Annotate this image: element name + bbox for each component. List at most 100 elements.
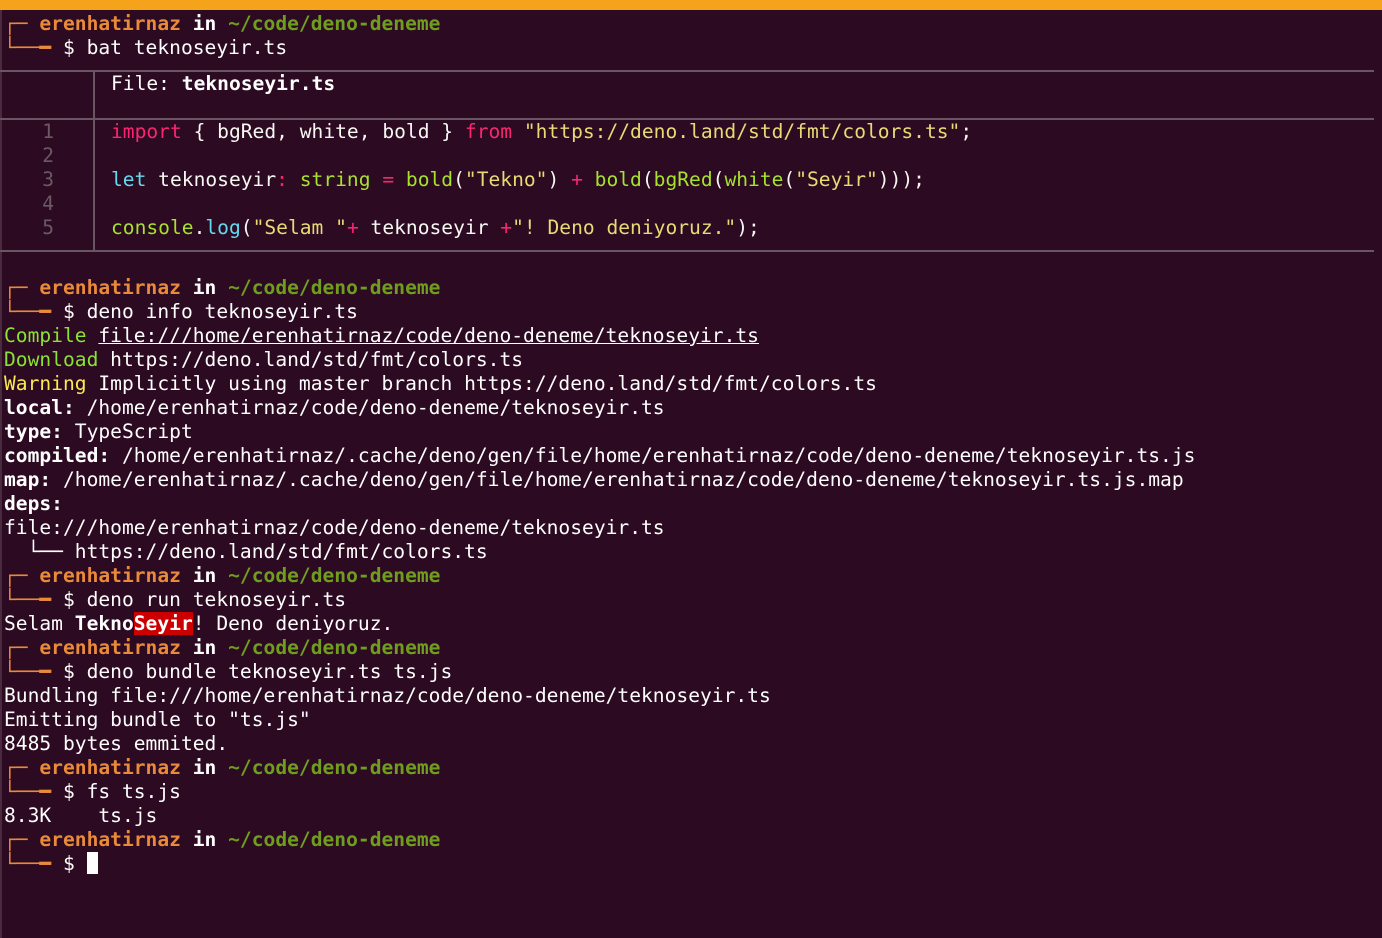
command-text: fs ts.js <box>86 780 181 803</box>
run-output-prefix: Selam <box>4 612 75 635</box>
string-seyir: "Seyir" <box>795 168 878 191</box>
prompt-corner-top: ┌─ <box>4 564 28 587</box>
operator-plus: + <box>571 168 583 191</box>
info-map: map: /home/erenhatirnaz/.cache/deno/gen/… <box>4 468 1378 492</box>
type-name: string <box>287 168 371 191</box>
warning-label: Warning <box>4 372 87 395</box>
prompt-dollar: $ <box>62 852 75 875</box>
prompt-in: in <box>192 564 217 587</box>
prompt-line: ┌─ erenhatirnaz in ~/code/deno-deneme <box>4 828 1378 852</box>
fn-white: white <box>724 168 784 191</box>
active-command-line[interactable]: └──━ $ <box>4 852 1378 876</box>
warning-value: Implicitly using master branch https://d… <box>86 372 877 395</box>
bat-code: import { bgRed, white, bold } from "http… <box>111 120 972 240</box>
command-line: └──━ $ bat teknoseyir.ts <box>4 36 1378 60</box>
type-colon: : <box>276 168 288 191</box>
keyword-from: from <box>464 120 513 143</box>
prompt-path: ~/code/deno-deneme <box>228 564 441 587</box>
line-number: 4 <box>42 192 54 215</box>
prompt-line: ┌─ erenhatirnaz in ~/code/deno-deneme <box>4 636 1378 660</box>
map-value: /home/erenhatirnaz/.cache/deno/gen/file/… <box>51 468 1184 491</box>
bat-gutter-rule <box>93 72 95 250</box>
info-download: Download https://deno.land/std/fmt/color… <box>4 348 1378 372</box>
prompt-dollar: $ <box>62 36 75 59</box>
command-text: deno bundle teknoseyir.ts ts.js <box>86 660 453 683</box>
info-deps: deps: <box>4 492 1378 516</box>
map-label: map: <box>4 468 52 491</box>
type-label: type: <box>4 420 63 443</box>
info-compiled: compiled: /home/erenhatirnaz/.cache/deno… <box>4 444 1378 468</box>
prompt-corner-bottom: └──━ <box>4 588 52 611</box>
prompt-line: ┌─ erenhatirnaz in ~/code/deno-deneme <box>4 276 1378 300</box>
code-line-1: import { bgRed, white, bold } from "http… <box>111 120 972 144</box>
import-url: "https://deno.land/std/fmt/colors.ts" <box>523 120 961 143</box>
operator-plus: + <box>346 216 359 239</box>
paren: ( <box>240 216 253 239</box>
paren: ( <box>641 168 654 191</box>
info-compile: Compile file:///home/erenhatirnaz/code/d… <box>4 324 1378 348</box>
window-top-accent-bar <box>0 0 1382 10</box>
fn-bold: bold <box>594 168 642 191</box>
prompt-dollar: $ <box>62 300 75 323</box>
command-line: └──━ $ deno run teknoseyir.ts <box>4 588 1378 612</box>
command-line: └──━ $ fs ts.js <box>4 780 1378 804</box>
download-label: Download <box>4 348 99 371</box>
line-number: 5 <box>42 216 54 239</box>
prompt-in: in <box>192 828 217 851</box>
fn-bgred: bgRed <box>653 168 713 191</box>
prompt-corner-top: ┌─ <box>4 12 28 35</box>
command-text: bat teknoseyir.ts <box>86 36 288 59</box>
keyword-let: let <box>111 168 147 191</box>
download-value: https://deno.land/std/fmt/colors.ts <box>98 348 524 371</box>
compiled-value: /home/erenhatirnaz/.cache/deno/gen/file/… <box>110 444 1196 467</box>
paren: ( <box>783 168 796 191</box>
prompt-user: erenhatirnaz <box>39 276 181 299</box>
code-line-end: ); <box>736 216 760 239</box>
code-semicolon: ; <box>960 120 973 143</box>
prompt-corner-bottom: └──━ <box>4 660 52 683</box>
prompt-dollar: $ <box>62 588 75 611</box>
prompt-path: ~/code/deno-deneme <box>228 756 441 779</box>
prompt-in: in <box>192 756 217 779</box>
prompt-path: ~/code/deno-deneme <box>228 276 441 299</box>
deps-label: deps: <box>4 492 63 515</box>
prompt-corner-bottom: └──━ <box>4 36 52 59</box>
code-dot: . <box>193 216 206 239</box>
prompt-line: ┌─ erenhatirnaz in ~/code/deno-deneme <box>4 12 1378 36</box>
prompt-dollar: $ <box>62 780 75 803</box>
local-label: local: <box>4 396 75 419</box>
string-tekno: "Tekno" <box>464 168 548 191</box>
prompt-corner-top: ┌─ <box>4 828 28 851</box>
paren: ( <box>453 168 465 191</box>
run-output-suffix: ! Deno deniyoruz. <box>192 612 394 635</box>
variable-name: teknoseyir <box>146 168 277 191</box>
prompt-user: erenhatirnaz <box>39 12 181 35</box>
operator-plus: + <box>500 216 513 239</box>
dep-root: file:///home/erenhatirnaz/code/deno-dene… <box>4 516 665 539</box>
local-value: /home/erenhatirnaz/code/deno-deneme/tekn… <box>74 396 665 419</box>
bat-line-numbers: 1 2 3 4 5 <box>4 120 54 240</box>
line-number: 1 <box>42 120 54 143</box>
code-line-end: ))); <box>877 168 925 191</box>
compile-value: file:///home/erenhatirnaz/code/deno-dene… <box>98 324 759 347</box>
paren: ( <box>712 168 725 191</box>
code-line-3: let teknoseyir: string = bold("Tekno") +… <box>111 168 972 192</box>
line-number: 2 <box>42 144 54 167</box>
terminal-output[interactable]: ┌─ erenhatirnaz in ~/code/deno-deneme └─… <box>0 12 1378 312</box>
operator-eq: = <box>370 168 406 191</box>
fn-bold: bold <box>405 168 454 191</box>
prompt-user: erenhatirnaz <box>39 636 181 659</box>
prompt-dollar: $ <box>62 660 75 683</box>
bat-file-view: File: teknoseyir.ts 1 2 3 4 5 import { b… <box>0 60 1378 252</box>
prompt-corner-top: ┌─ <box>4 756 28 779</box>
prompt-user: erenhatirnaz <box>39 756 181 779</box>
bat-file-label: File: <box>111 72 182 95</box>
prompt-line: ┌─ erenhatirnaz in ~/code/deno-deneme <box>4 564 1378 588</box>
prompt-line: ┌─ erenhatirnaz in ~/code/deno-deneme <box>4 756 1378 780</box>
import-names: { bgRed, white, bold } <box>181 120 465 143</box>
prompt-user: erenhatirnaz <box>39 828 181 851</box>
paren: ) <box>547 168 572 191</box>
